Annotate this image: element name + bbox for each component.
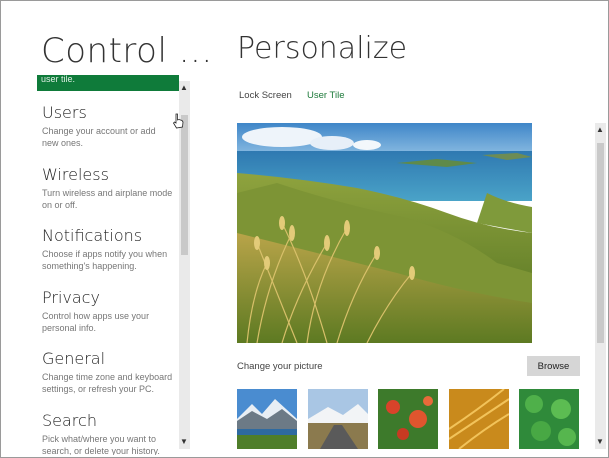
golden-grass-image [449,389,509,449]
category-wireless[interactable]: Wireless Turn wireless and airplane mode… [42,165,174,211]
category-privacy[interactable]: Privacy Control how apps use your person… [42,288,174,334]
red-flowers-image [378,389,438,449]
picture-thumbnail-road[interactable] [308,389,368,449]
category-title: Notifications [42,226,143,245]
left-pane-title: Control ... [41,31,213,71]
category-desc: Turn wireless and airplane mode on or of… [42,188,173,210]
picture-thumbnail-clover[interactable] [519,389,579,449]
right-scrollbar-thumb[interactable] [597,143,604,343]
picture-thumbnail-grass[interactable] [449,389,509,449]
window-frame: Control ... user tile. Users Change your… [0,0,609,458]
category-desc: Choose if apps notify you when something… [42,249,168,271]
scroll-down-icon[interactable]: ▼ [179,437,189,447]
category-search[interactable]: Search Pick what/where you want to searc… [42,411,174,455]
scroll-up-icon[interactable]: ▲ [595,125,605,135]
tab-user-tile[interactable]: User Tile [307,90,344,101]
tab-lock-screen[interactable]: Lock Screen [239,90,292,101]
selected-category-tail[interactable]: user tile. [37,75,179,91]
landscape-image [237,123,532,343]
hand-cursor-icon [172,113,184,129]
left-scrollbar-thumb[interactable] [181,115,188,255]
category-desc: Change time zone and keyboard settings, … [42,372,173,394]
browse-button[interactable]: Browse [527,356,580,376]
category-title: Wireless [42,165,109,184]
category-title: Search [42,411,97,430]
category-title: Privacy [42,288,100,307]
category-general[interactable]: General Change time zone and keyboard se… [42,349,174,395]
lock-screen-preview-image [237,123,532,343]
category-desc: Pick what/where you want to search, or d… [42,434,160,455]
selected-category-text: user tile. [41,75,76,84]
category-desc: Change your account or add new ones. [42,126,156,148]
left-scrollbar[interactable]: ▲ ▼ [179,81,190,449]
scroll-down-icon[interactable]: ▼ [595,437,605,447]
category-title: Users [42,103,87,122]
mountain-lake-image [237,389,297,449]
change-picture-label: Change your picture [237,361,323,372]
picture-thumbnail-flowers[interactable] [378,389,438,449]
page-title: Personalize [237,31,408,66]
clover-leaves-image [519,389,579,449]
right-scrollbar[interactable]: ▲ ▼ [595,123,606,449]
category-desc: Control how apps use your personal info. [42,311,150,333]
category-list: user tile. Users Change your account or … [37,75,179,455]
category-title: General [42,349,106,368]
category-users[interactable]: Users Change your account or add new one… [42,103,174,149]
category-notifications[interactable]: Notifications Choose if apps notify you … [42,226,174,272]
picture-thumbnail-mountains[interactable] [237,389,297,449]
mountain-road-image [308,389,368,449]
scroll-up-icon[interactable]: ▲ [179,83,189,93]
